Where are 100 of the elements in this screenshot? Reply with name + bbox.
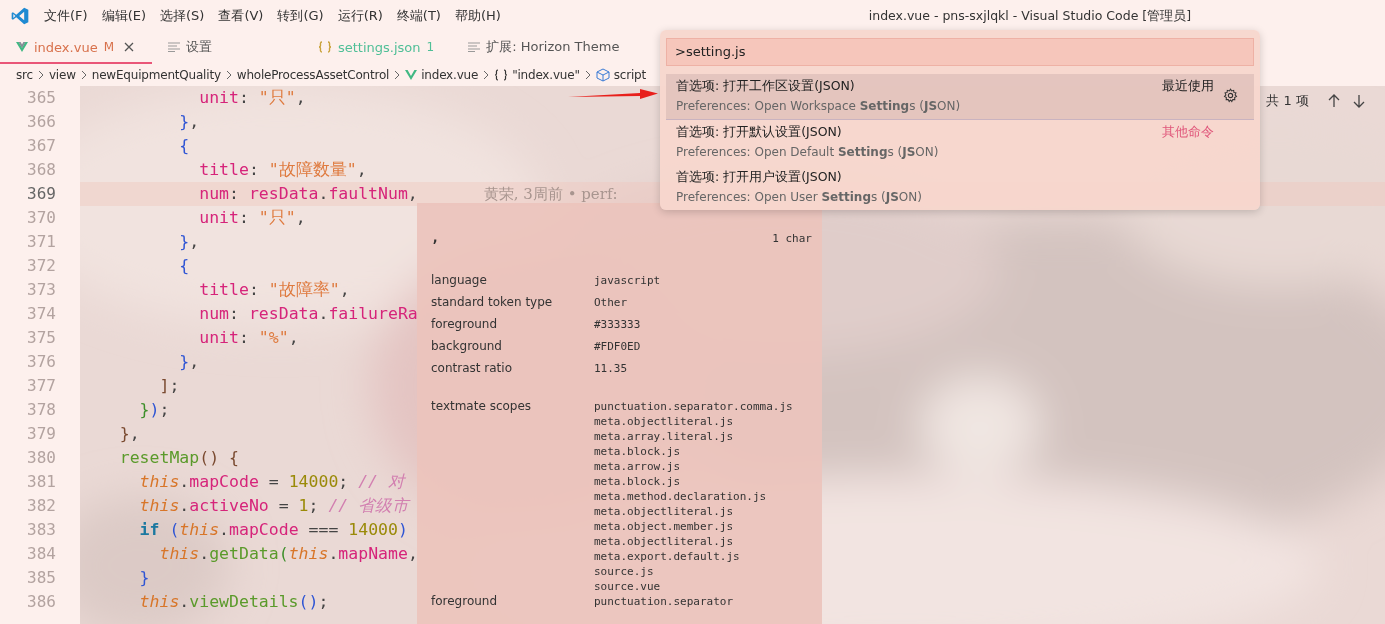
menu-item[interactable]: 终端(T) xyxy=(396,7,441,25)
line-number: 378 xyxy=(26,399,57,421)
chevron-icon xyxy=(80,70,87,80)
code-line: num: resData.faultNum, xyxy=(198,183,418,205)
code-line: unit: "只", xyxy=(198,87,306,109)
breadcrumb-item[interactable]: newEquipmentQuality xyxy=(91,68,221,82)
code-line: }, xyxy=(178,111,200,133)
lines-icon xyxy=(168,42,180,52)
scope-value: meta.arrow.js xyxy=(594,459,682,474)
menu-item[interactable]: 帮助(H) xyxy=(454,7,501,25)
code-line: ]; xyxy=(158,375,180,397)
code-line: }); xyxy=(138,399,170,421)
code-line: }, xyxy=(178,351,200,373)
window-title: index.vue - pns-sxjlqkl - Visual Studio Code [管理员] xyxy=(868,7,1192,25)
token-length: 1 char xyxy=(772,232,812,245)
close-icon[interactable] xyxy=(124,42,134,52)
scope-value: meta.method.declaration.js xyxy=(594,489,768,504)
property-value: #333333 xyxy=(594,318,641,331)
scope-value: source.vue xyxy=(594,579,662,594)
line-number: 367 xyxy=(26,135,57,157)
scope-value: meta.objectliteral.js xyxy=(594,534,735,549)
code-line: title: "故障率", xyxy=(198,279,350,301)
line-number: 372 xyxy=(26,255,57,277)
scope-value: meta.objectliteral.js xyxy=(594,414,735,429)
property-label: foreground xyxy=(431,594,499,608)
property-label: background xyxy=(431,339,503,353)
property-value: #FDF0ED xyxy=(594,340,641,353)
git-blame-annotation: 黄荣, 3周前 • perf: xyxy=(483,184,618,205)
line-number: 373 xyxy=(26,279,57,301)
code-line: this.getData(this.mapName, xyxy=(158,543,418,565)
arrow-up-icon[interactable] xyxy=(1328,94,1340,108)
menu-item[interactable]: 选择(S) xyxy=(160,7,205,25)
code-line: { xyxy=(178,135,190,157)
gear-icon[interactable] xyxy=(1223,88,1238,103)
line-number: 370 xyxy=(26,207,57,229)
editor-tab[interactable]: 扩展: Horizon Theme xyxy=(452,32,638,64)
breadcrumb-item[interactable]: index.vue xyxy=(405,68,479,82)
breadcrumb-item[interactable]: view xyxy=(48,68,76,82)
command-item[interactable]: 首选项: 打开默认设置(JSON) 其他命令 Preferences: Open Default Settings (JSON) xyxy=(666,119,1254,165)
token-text: , xyxy=(431,229,440,245)
menu-item[interactable]: 查看(V) xyxy=(218,7,264,25)
command-input[interactable]: >setting.js xyxy=(666,38,1254,66)
scope-value: meta.objectliteral.js xyxy=(594,504,735,519)
code-line: unit: "只", xyxy=(198,207,306,229)
line-number: 383 xyxy=(26,519,57,541)
command-item[interactable]: 首选项: 打开工作区设置(JSON) 最近使用 Preferences: Open Workspace Settings (JSON) xyxy=(666,74,1254,119)
scope-value: meta.object.member.js xyxy=(594,519,735,534)
property-value: javascript xyxy=(594,274,661,287)
command-item[interactable]: 首选项: 打开用户设置(JSON) Preferences: Open User Settings (JSON) xyxy=(666,165,1254,210)
line-number: 371 xyxy=(26,231,57,253)
arrow-down-icon[interactable] xyxy=(1353,94,1365,108)
code-line: }, xyxy=(178,231,200,253)
line-number: 384 xyxy=(26,543,57,565)
property-value: Other xyxy=(594,296,628,309)
menu-item[interactable]: 转到(G) xyxy=(277,7,324,25)
scope-value: meta.block.js xyxy=(594,474,682,489)
breadcrumb-item[interactable]: src xyxy=(16,68,33,82)
line-number: 380 xyxy=(26,447,57,469)
line-number: 386 xyxy=(26,591,57,613)
chevron-icon xyxy=(483,70,490,80)
line-number: 376 xyxy=(26,351,57,373)
breadcrumb-item[interactable]: wholeProcessAssetControl xyxy=(236,68,390,82)
code-line: resetMap() { xyxy=(118,447,239,469)
code-line: num: resData.failureRa xyxy=(198,303,418,325)
vue-icon xyxy=(405,70,418,80)
menu-item[interactable]: 文件(F) xyxy=(44,7,88,25)
breadcrumb-item[interactable]: "index.vue" xyxy=(494,68,580,82)
line-number: 382 xyxy=(26,495,57,517)
line-number: 368 xyxy=(26,159,57,181)
code-line: { xyxy=(178,255,190,277)
line-number: 366 xyxy=(26,111,57,133)
property-value: 11.35 xyxy=(594,362,628,375)
chevron-icon xyxy=(37,70,44,80)
line-number: 365 xyxy=(26,87,57,109)
vue-icon xyxy=(16,42,28,52)
scope-value: meta.export.default.js xyxy=(594,549,741,564)
code-line: if (this.mapCode === 14000) xyxy=(138,519,408,541)
code-line: }, xyxy=(118,423,140,445)
cube-icon xyxy=(595,68,610,82)
line-number: 375 xyxy=(26,327,57,349)
editor-tab[interactable]: 设置 xyxy=(152,32,302,64)
braces-icon xyxy=(318,41,332,53)
line-number: 369 xyxy=(26,183,57,205)
line-number: 379 xyxy=(26,423,57,445)
line-number: 381 xyxy=(26,471,57,493)
property-label: foreground xyxy=(431,317,499,331)
breadcrumb-item[interactable]: script xyxy=(595,68,646,82)
property-label: standard token type xyxy=(431,295,554,309)
line-number: 385 xyxy=(26,567,57,589)
property-label: language xyxy=(431,273,488,287)
menu-item[interactable]: 编辑(E) xyxy=(101,7,146,25)
scope-value: source.js xyxy=(594,564,655,579)
property-label: contrast ratio xyxy=(431,361,513,375)
menu-item[interactable]: 运行(R) xyxy=(337,7,383,25)
scope-value: meta.block.js xyxy=(594,444,682,459)
scope-value: meta.array.literal.js xyxy=(594,429,735,444)
code-line: this.activeNo = 1; // 省级市 xyxy=(138,495,410,517)
chevron-icon xyxy=(225,70,232,80)
property-label: textmate scopes xyxy=(431,399,533,413)
property-value: punctuation.separator xyxy=(594,595,734,608)
